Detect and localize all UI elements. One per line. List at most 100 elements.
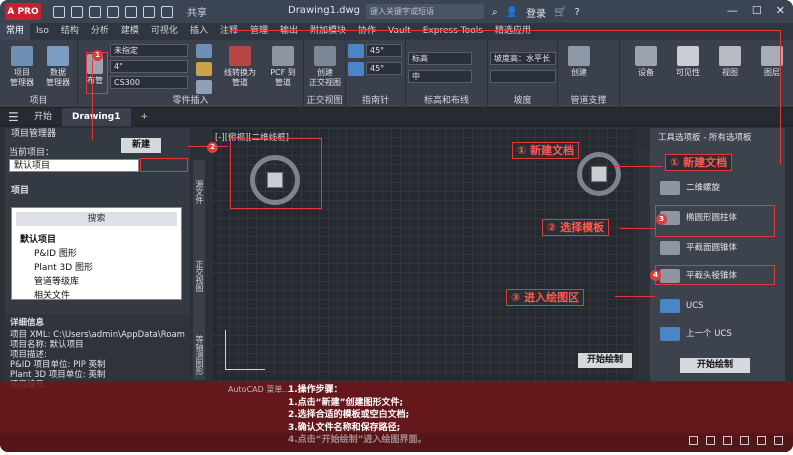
tree-item-root[interactable]: 默认项目 xyxy=(20,232,56,245)
step-badge: 3 xyxy=(656,214,667,225)
line-to-pipe-button[interactable]: 线转换为 管道 xyxy=(220,46,260,88)
snap-mode-icon[interactable] xyxy=(706,436,715,445)
palette-item-previous-ucs[interactable]: 上一个 UCS xyxy=(656,324,781,344)
print-icon[interactable] xyxy=(125,5,137,18)
maximize-icon[interactable]: ☐ xyxy=(752,4,762,17)
undo-icon[interactable] xyxy=(143,5,155,18)
ribbon-tab[interactable]: 结构 xyxy=(55,23,85,40)
slope-field[interactable]: 坡度高：水平长 xyxy=(490,52,556,65)
side-tab-ortho[interactable]: 正交视图 xyxy=(194,260,205,292)
tab-drawing1[interactable]: Drawing1 xyxy=(62,107,131,126)
palette-item-helix[interactable]: 二维螺旋 xyxy=(656,178,781,198)
settings-icon[interactable] xyxy=(757,436,766,445)
side-tab-iso[interactable]: 等轴测图形 xyxy=(194,335,205,375)
side-tab-source[interactable]: 源文件 xyxy=(194,180,205,204)
group-label-parts: 零件插入 xyxy=(172,96,209,106)
project-manager-button[interactable]: 项目 管理器 xyxy=(6,46,38,88)
justify-select[interactable]: 中 xyxy=(408,70,472,83)
connector-line xyxy=(230,30,780,31)
polar-icon[interactable] xyxy=(740,436,749,445)
ucs-small-icon xyxy=(660,299,680,313)
title-bar-right: ⌕ 👤 登录 🛒 ? xyxy=(492,5,580,20)
start-drawing-button[interactable]: 开始绘制 xyxy=(680,358,750,373)
ribbon-tab[interactable]: 管理 xyxy=(244,23,274,40)
ribbon-tab[interactable]: 附加模块 xyxy=(304,23,352,40)
equipment-icon xyxy=(635,46,657,66)
tab-start[interactable]: 开始 xyxy=(24,108,62,126)
tree-item-specs[interactable]: 管道等级库 xyxy=(34,274,79,287)
tree-item-pid[interactable]: P&ID 图形 xyxy=(34,246,77,259)
tree-item-plant3d[interactable]: Plant 3D 图形 xyxy=(34,260,93,273)
data-manager-button[interactable]: 数据 管理器 xyxy=(42,46,74,88)
palette-item-frustum-cone[interactable]: 平截面圆锥体 xyxy=(656,238,781,258)
command-line[interactable]: AutoCAD 菜单... xyxy=(228,384,290,395)
status-icons xyxy=(689,436,783,445)
previous-ucs-icon xyxy=(660,327,680,341)
tag-icon[interactable] xyxy=(196,44,212,58)
open-icon[interactable] xyxy=(71,5,83,18)
new-icon[interactable] xyxy=(53,5,65,18)
help-button[interactable]: ? xyxy=(575,7,580,18)
group-label-ortho: 正交视图 xyxy=(306,96,343,106)
ribbon-tab[interactable]: 插入 xyxy=(184,23,214,40)
minimize-icon[interactable]: — xyxy=(727,4,738,17)
elevation-field[interactable]: 标高 xyxy=(408,52,472,65)
group-label-compass: 指南针 xyxy=(361,96,389,106)
step-badge: 2 xyxy=(207,142,218,153)
save-as-icon[interactable] xyxy=(107,5,119,18)
ribbon-tab[interactable]: Vault xyxy=(382,23,417,40)
view-button[interactable]: 视图 xyxy=(712,46,748,78)
angle-field-1[interactable]: 45° xyxy=(366,44,402,57)
document-tabs: ☰ 开始 Drawing1 + xyxy=(0,107,793,126)
view-cube-preview xyxy=(577,152,621,196)
ribbon-tab[interactable]: 可视化 xyxy=(145,23,184,40)
slope-value-field[interactable] xyxy=(490,70,556,83)
search-icon[interactable]: ⌕ xyxy=(492,7,498,18)
tree-item-related[interactable]: 相关文件 xyxy=(34,288,70,301)
tab-add[interactable]: + xyxy=(131,108,159,126)
connector-line xyxy=(620,228,655,229)
ribbon-tab[interactable]: 注释 xyxy=(214,23,244,40)
cart-icon[interactable]: 🛒 xyxy=(554,7,566,18)
create-ortho-button[interactable]: 创建 正交视图 xyxy=(306,46,344,88)
ribbon-tab[interactable]: Express Tools xyxy=(417,23,489,40)
tree-search-input[interactable]: 搜索 xyxy=(16,212,177,226)
angle-field-2[interactable]: 45° xyxy=(366,62,402,75)
redo-icon[interactable] xyxy=(161,5,173,18)
share-button[interactable]: 共享 xyxy=(187,4,207,19)
window-controls: — ☐ ✕ xyxy=(727,4,785,17)
app-logo[interactable]: A PRO xyxy=(5,3,41,20)
highlight-template-item xyxy=(655,205,775,237)
layer-button[interactable]: 图层 xyxy=(754,46,790,78)
save-icon[interactable] xyxy=(89,5,101,18)
menu-icon[interactable]: ☰ xyxy=(8,110,24,124)
snap-icon[interactable] xyxy=(348,62,364,76)
ribbon-tab[interactable]: Iso xyxy=(30,23,55,40)
visibility-button[interactable]: 可见性 xyxy=(670,46,706,78)
ribbon-tab[interactable]: 精选应用 xyxy=(489,23,537,40)
ribbon-tab[interactable]: 建模 xyxy=(115,23,145,40)
valve-icon[interactable] xyxy=(196,80,212,94)
fullscreen-icon[interactable] xyxy=(774,436,783,445)
search-input[interactable]: 键入关键字或短语 xyxy=(366,4,484,19)
ribbon-tab[interactable]: 分析 xyxy=(85,23,115,40)
fitting-icon[interactable] xyxy=(196,62,212,76)
ribbon-tab[interactable]: 常用 xyxy=(0,23,31,40)
size-select[interactable]: 4" xyxy=(110,60,188,73)
compass-icon[interactable] xyxy=(348,44,364,58)
spec-name-select[interactable]: CS300 xyxy=(110,76,188,89)
equipment-button[interactable]: 设备 xyxy=(628,46,664,78)
view-cube-preview-face xyxy=(591,166,607,182)
spec-select[interactable]: 未指定 xyxy=(110,44,188,57)
create-support-button[interactable]: 创建 xyxy=(564,46,594,78)
current-project-select[interactable]: 默认项目 xyxy=(9,159,139,172)
login-button[interactable]: 登录 xyxy=(526,5,546,20)
palette-item-ucs[interactable]: UCS xyxy=(656,296,781,316)
user-icon[interactable]: 👤 xyxy=(506,7,518,18)
ortho-icon[interactable] xyxy=(723,436,732,445)
close-icon[interactable]: ✕ xyxy=(776,4,785,17)
grid-icon[interactable] xyxy=(689,436,698,445)
ribbon-tab[interactable]: 协作 xyxy=(352,23,382,40)
ribbon-tab[interactable]: 输出 xyxy=(274,23,304,40)
pcf-to-pipe-button[interactable]: PCF 到 管道 xyxy=(264,46,302,88)
